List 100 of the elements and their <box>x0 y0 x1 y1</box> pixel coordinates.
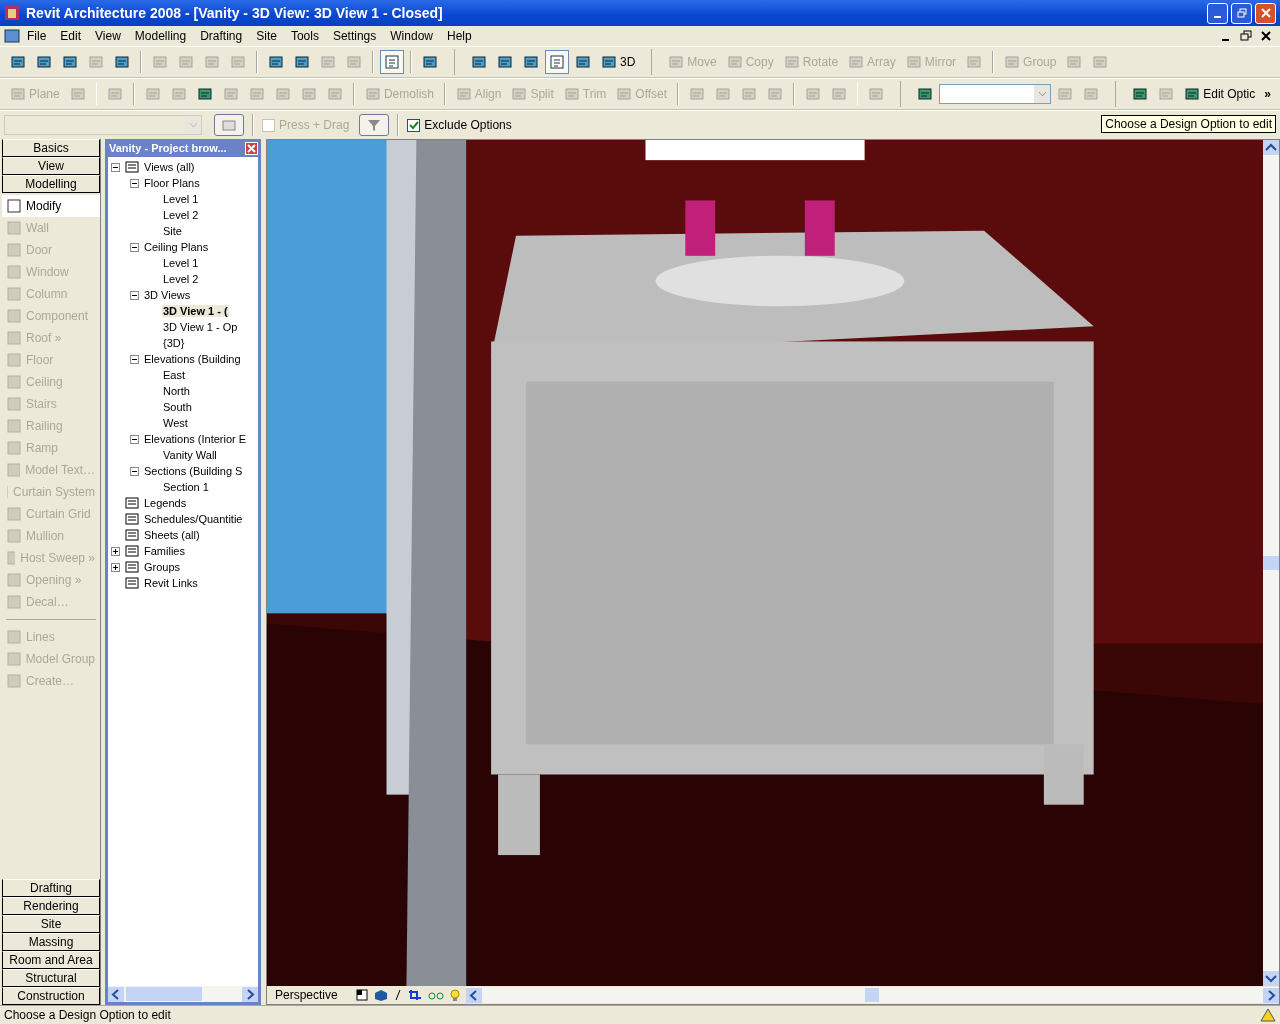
tool-icon <box>7 551 16 565</box>
scale-icon[interactable] <box>355 989 368 1001</box>
design-bar-tab[interactable]: Modelling <box>2 175 100 193</box>
restore-button[interactable] <box>1231 2 1252 24</box>
close-icon[interactable] <box>1260 30 1272 42</box>
tool-icon <box>197 86 214 102</box>
document-icon[interactable] <box>4 29 20 43</box>
tool-icon <box>327 86 344 102</box>
menu-item[interactable]: View <box>88 29 128 43</box>
menu-item[interactable]: Drafting <box>193 29 250 43</box>
tree-item[interactable]: Legends <box>143 497 188 509</box>
glasses-icon[interactable] <box>427 989 444 1001</box>
view-category-icon <box>124 496 140 510</box>
tree-item[interactable]: 3D View 1 - Op <box>162 321 239 333</box>
design-bar-tab[interactable]: Drafting <box>2 879 100 897</box>
tree-item[interactable]: Views (all) <box>143 161 196 173</box>
toggle-button[interactable] <box>545 50 569 74</box>
tree-item[interactable]: Groups <box>143 561 182 573</box>
design-bar-tab[interactable]: Basics <box>2 139 100 157</box>
tree-item[interactable]: Vanity Wall <box>162 449 218 461</box>
menu-item[interactable]: Site <box>249 29 284 43</box>
tool-icon <box>88 54 104 70</box>
design-tool[interactable]: Modify <box>2 195 100 217</box>
tree-item[interactable]: Schedules/Quantitie <box>143 513 244 525</box>
tool-button[interactable]: 3D <box>597 50 640 74</box>
menu-item[interactable]: Edit <box>53 29 89 43</box>
tree-item[interactable]: {3D} <box>162 337 186 349</box>
expander-icon[interactable] <box>130 290 139 300</box>
expander-icon[interactable] <box>130 242 139 252</box>
tree-item[interactable]: Elevations (Building <box>143 353 242 365</box>
close-button[interactable] <box>245 141 258 155</box>
tree-item[interactable]: South <box>162 401 193 413</box>
scrollbar[interactable] <box>465 987 1279 1003</box>
tree-item[interactable]: East <box>162 369 186 381</box>
view-category-icon <box>124 576 140 590</box>
tree-item[interactable]: Section 1 <box>162 481 210 493</box>
minimize-button[interactable] <box>1207 2 1228 24</box>
view-mode-label[interactable]: Perspective <box>275 988 338 1002</box>
scrollbar[interactable] <box>1263 140 1279 986</box>
tool-icon <box>62 54 78 70</box>
menu-item[interactable]: Settings <box>325 29 384 43</box>
toggle-button[interactable] <box>380 50 404 74</box>
expander-icon[interactable] <box>111 162 120 172</box>
scrollbar[interactable] <box>108 986 258 1002</box>
tree-item[interactable]: Sheets (all) <box>143 529 201 541</box>
tree-item[interactable]: Level 2 <box>162 209 200 221</box>
design-bar-tab[interactable]: Room and Area <box>2 951 100 969</box>
tree-item[interactable]: Floor Plans <box>143 177 201 189</box>
tree-item[interactable]: 3D View 1 - ( <box>162 305 229 317</box>
expander-icon[interactable] <box>111 562 120 572</box>
checkbox[interactable] <box>407 118 421 132</box>
design-bar-tab[interactable]: Site <box>2 915 100 933</box>
tool-icon <box>7 243 21 257</box>
tool-icon <box>301 86 318 102</box>
close-icon <box>247 143 256 153</box>
expander-icon[interactable] <box>130 466 139 476</box>
menu-item[interactable]: Help <box>440 29 479 43</box>
expander-icon[interactable] <box>111 546 120 556</box>
tree-item[interactable]: Ceiling Plans <box>143 241 210 253</box>
tree-item[interactable]: Families <box>143 545 186 557</box>
tree-item[interactable]: North <box>162 385 191 397</box>
expander-icon[interactable] <box>130 434 139 444</box>
crop-icon[interactable] <box>407 989 422 1001</box>
design-bar-tab[interactable]: Rendering <box>2 897 100 915</box>
tree-item[interactable]: West <box>162 417 189 429</box>
tool-icon <box>7 595 21 609</box>
restore-icon[interactable] <box>1240 30 1252 42</box>
tool-button[interactable]: Edit Optic <box>1180 82 1260 106</box>
expander-icon[interactable] <box>130 354 139 364</box>
more-button[interactable]: » <box>1261 82 1274 106</box>
tree-item[interactable]: 3D Views <box>143 289 192 301</box>
scroll-thumb[interactable] <box>865 988 880 1002</box>
tree-item[interactable]: Elevations (Interior E <box>143 433 248 445</box>
tree-item[interactable]: Revit Links <box>143 577 199 589</box>
tool-icon <box>422 54 438 70</box>
tool-icon <box>230 54 246 70</box>
lightbulb-icon[interactable] <box>449 989 460 1001</box>
panel-title: Vanity - Project brow... <box>109 142 227 154</box>
design-bar-tab[interactable]: Construction <box>2 987 100 1005</box>
design-bar-tab[interactable]: Structural <box>2 969 100 987</box>
close-button[interactable] <box>1255 2 1276 24</box>
menu-item[interactable]: Window <box>383 29 440 43</box>
properties-button[interactable] <box>214 114 244 136</box>
tree-item[interactable]: Site <box>162 225 183 237</box>
design-bar-tab[interactable]: Massing <box>2 933 100 951</box>
expander-icon[interactable] <box>130 178 139 188</box>
tree-item[interactable]: Level 1 <box>162 193 200 205</box>
list-icon <box>549 54 565 70</box>
tree-item[interactable]: Level 1 <box>162 257 200 269</box>
scroll-thumb[interactable] <box>1263 556 1279 570</box>
caret-icon <box>188 122 198 128</box>
filter-button[interactable] <box>359 114 390 136</box>
design-bar-tab[interactable]: View <box>2 157 100 175</box>
cube-icon[interactable] <box>373 989 388 1001</box>
menu-item[interactable]: Modelling <box>127 29 194 43</box>
menu-item[interactable]: Tools <box>283 29 326 43</box>
tree-item[interactable]: Level 2 <box>162 273 200 285</box>
type-dropdown[interactable] <box>939 84 1052 104</box>
menu-item[interactable]: File <box>20 29 54 43</box>
tree-item[interactable]: Sections (Building S <box>143 465 244 477</box>
